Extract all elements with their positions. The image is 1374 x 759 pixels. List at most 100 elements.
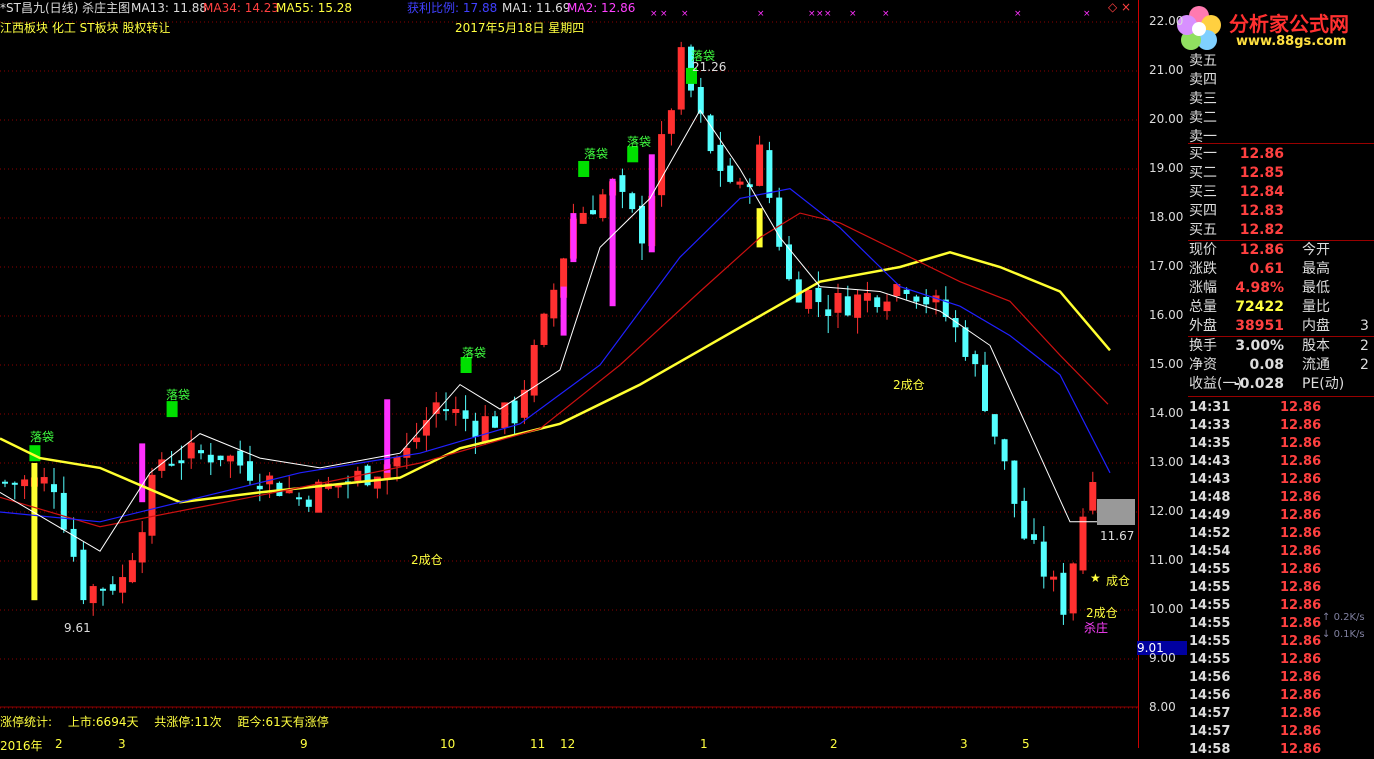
limit-up-stats: 涨停统计: 上市:6694天 共涨停:11次 距今:61天有涨停: [0, 713, 329, 730]
tick-row: 14:57 12.86: [1188, 705, 1374, 723]
tick-time: 14:48: [1189, 490, 1231, 505]
candle-body: [667, 110, 675, 134]
tick-time: 14:58: [1189, 742, 1231, 757]
candle-body: [923, 297, 930, 305]
candle-body: [80, 549, 87, 601]
price-tick: 19.00: [1149, 161, 1184, 175]
candle-body: [834, 293, 842, 313]
quote-label: 最低: [1302, 280, 1330, 296]
tick-row: 14:48 12.86: [1188, 489, 1374, 507]
quote-label: 量比: [1302, 299, 1330, 315]
download-arrow-icon: ↓: [1322, 629, 1331, 640]
candle-body: [727, 165, 734, 182]
ma1-value: MA1: 11.69: [502, 1, 571, 15]
tick-row: 14:55 12.86: [1188, 651, 1374, 669]
tick-time: 14:55: [1189, 562, 1231, 577]
candle-body: [492, 416, 498, 428]
candle-body: [2, 481, 8, 484]
fund-label: 流通: [1302, 357, 1330, 373]
candle-body: [481, 416, 489, 443]
diamond-icon[interactable]: ◇: [1108, 0, 1117, 15]
download-speed: 0.1K/s: [1333, 629, 1365, 640]
candle-body: [736, 181, 744, 185]
quote-label: 内盘: [1302, 318, 1330, 334]
fund-label: PE(动): [1302, 376, 1345, 392]
high-price-label: 21.26: [692, 60, 727, 74]
candle-body: [472, 420, 479, 437]
tick-row: 14:57 12.86: [1188, 723, 1374, 741]
candle-body: [1031, 534, 1037, 540]
fund-value: 0.08: [1249, 357, 1284, 373]
date-tick: 11: [530, 737, 546, 751]
price-tick: 15.00: [1149, 357, 1184, 371]
stats-label: 涨停统计:: [0, 715, 53, 729]
tick-time: 14:55: [1189, 652, 1231, 667]
stats-listed: 上市:6694天: [67, 715, 139, 729]
quote-value: 4.98%: [1235, 280, 1284, 296]
candle-body: [178, 460, 185, 464]
price-tick: 9.00: [1149, 651, 1176, 665]
yellow-bar: [31, 463, 38, 601]
candle-body: [766, 150, 773, 198]
upload-arrow-icon: ↑: [1322, 612, 1331, 623]
date-tick: 2: [830, 737, 838, 751]
quote-label: 外盘: [1189, 318, 1217, 334]
candle-body: [443, 409, 449, 412]
drop-box: [166, 401, 178, 418]
candle-body: [187, 442, 195, 459]
candle-body: [1069, 563, 1077, 614]
candle-body: [217, 455, 224, 461]
quote-label: 最高: [1302, 261, 1330, 277]
tick-row: 14:43 12.86: [1188, 453, 1374, 471]
upload-speed: 0.2K/s: [1333, 612, 1365, 623]
candle-body: [237, 450, 244, 466]
candlestick-chart[interactable]: × × × × × × × × × × ×: [0, 0, 1138, 748]
stats-since: 距今:61天有涨停: [237, 715, 329, 729]
drop-label: 落袋: [462, 346, 487, 360]
buy-row: 买一 12.86: [1188, 145, 1374, 164]
tick-price: 12.86: [1280, 724, 1322, 739]
tick-price: 12.86: [1280, 490, 1322, 505]
ma55-value: MA55: 15.28: [276, 1, 353, 15]
star-icon: ★: [1090, 571, 1101, 585]
close-icon[interactable]: ×: [1121, 0, 1131, 15]
magenta-bar: [384, 399, 391, 473]
date-tick: 9: [300, 737, 308, 751]
ma13-value: MA13: 11.88: [131, 1, 208, 15]
candle-body: [903, 289, 910, 294]
candle-body: [786, 244, 792, 280]
tick-row: 14:31 12.86: [1188, 399, 1374, 417]
candle-body: [550, 289, 558, 319]
position-label: 2成仓: [893, 378, 925, 392]
sell-row: 卖四: [1188, 71, 1374, 90]
magenta-bar: [570, 213, 577, 263]
candle-body: [247, 461, 253, 481]
candle-body: [913, 296, 920, 302]
tick-price: 12.86: [1280, 526, 1322, 541]
candle-body: [677, 47, 685, 110]
ma-yellow-line: [0, 250, 1111, 504]
tick-time: 14:49: [1189, 508, 1231, 523]
candle-body: [1060, 572, 1067, 615]
candle-body: [619, 175, 626, 192]
tick-time: 14:57: [1189, 706, 1231, 721]
candle-body: [991, 414, 998, 437]
tick-price: 12.86: [1280, 508, 1322, 523]
tick-time: 14:52: [1189, 526, 1231, 541]
candle-body: [70, 528, 77, 557]
price-tick: 14.00: [1149, 406, 1184, 420]
price-tick: 10.00: [1149, 602, 1184, 616]
divider: [1188, 143, 1374, 144]
candle-body: [1050, 576, 1058, 580]
profit-ratio: 获利比例: 17.88: [407, 1, 498, 15]
quote-label: 涨跌: [1189, 261, 1217, 277]
candle-body: [148, 474, 156, 536]
candle-body: [599, 194, 607, 219]
ma-white-line: [0, 109, 1105, 552]
candle-body: [707, 115, 714, 152]
sell-label: 卖三: [1189, 91, 1217, 107]
price-tick: 8.00: [1149, 700, 1176, 714]
sell-label: 卖二: [1189, 110, 1217, 126]
kill-label: 杀庄: [1084, 621, 1109, 635]
candle-body: [540, 313, 548, 345]
